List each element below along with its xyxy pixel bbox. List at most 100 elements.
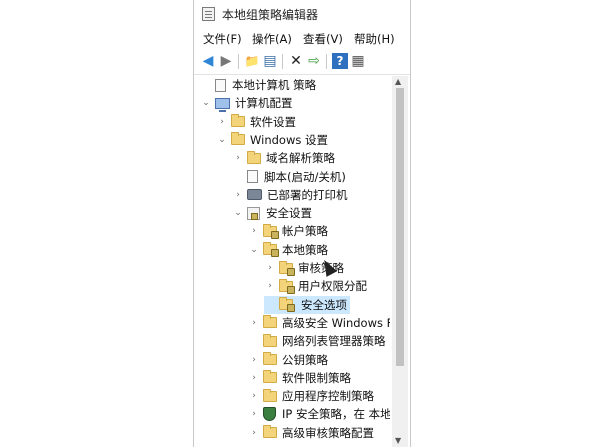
menu-bar: 文件(F) 操作(A) 查看(V) 帮助(H) (194, 28, 410, 48)
policy-tree[interactable]: 本地计算机 策略 ⌄ 计算机配置 › 软件设置 ⌄ Windows 设置 › 域名解析策略 脚本(… (194, 76, 390, 447)
tree-item-label: 高级审核策略配置 (282, 425, 374, 440)
up-folder-icon[interactable]: 📁 (244, 53, 260, 69)
folder-icon (263, 388, 277, 402)
scroll-thumb[interactable] (396, 88, 404, 366)
chevron-right-icon[interactable]: › (216, 117, 228, 127)
menu-action[interactable]: 操作(A) (252, 31, 292, 47)
folder-icon (263, 352, 277, 365)
tree-item-label: 本地计算机 策略 (232, 78, 317, 92)
tree-item-label: 高级安全 Windows F (282, 315, 390, 330)
tree-item-label: 应用程序控制策略 (282, 389, 374, 404)
tree-item-label: 安全选项 (301, 297, 347, 312)
chevron-right-icon[interactable]: › (248, 428, 260, 438)
tree-item-label: Windows 设置 (250, 132, 328, 147)
help-icon[interactable]: ? (332, 53, 348, 69)
toolbar-separator (282, 54, 283, 69)
delete-icon[interactable]: ✕ (288, 53, 304, 69)
scroll-down-icon[interactable]: ▼ (395, 436, 401, 445)
tree-item[interactable]: ⌄ 计算机配置 (200, 94, 293, 112)
computer-icon (215, 97, 230, 112)
chevron-right-icon[interactable]: › (264, 281, 276, 291)
tree-item[interactable]: 网络列表管理器策略 (248, 332, 386, 350)
tree-item-label: 域名解析策略 (266, 151, 335, 166)
folder-icon (263, 333, 277, 347)
folder-icon (263, 425, 277, 439)
folder-icon (263, 315, 277, 329)
folder-icon (263, 370, 277, 384)
tree-item[interactable]: › 软件设置 (216, 113, 296, 131)
window-title: 本地组策略编辑器 (222, 8, 319, 22)
tree-item-label: IP 安全策略，在 本地 (282, 407, 390, 422)
tree-item[interactable]: › 高级审核策略配置 (248, 424, 374, 442)
tree-item[interactable]: › 应用程序控制策略 (248, 387, 374, 405)
tree-item[interactable]: ⌄ 安全设置 (232, 204, 312, 222)
tree-item[interactable]: › 高级安全 Windows F (248, 314, 390, 332)
tree-item-label: 已部署的打印机 (267, 187, 348, 202)
tree-item[interactable]: › 用户权限分配 (264, 277, 367, 295)
export-icon[interactable]: ⇨ (306, 53, 322, 69)
properties-icon[interactable]: ▦ (350, 53, 366, 69)
chevron-right-icon[interactable]: › (248, 318, 260, 328)
chevron-right-icon[interactable]: › (248, 391, 260, 401)
app-icon (202, 7, 215, 21)
chevron-right-icon[interactable]: › (232, 153, 244, 163)
chevron-right-icon[interactable]: › (248, 355, 260, 365)
forward-arrow-icon[interactable]: ▶ (218, 53, 234, 69)
tree-item-label: 用户权限分配 (298, 279, 367, 294)
policy-icon (247, 206, 260, 220)
folder-icon (247, 150, 261, 164)
tree-item[interactable]: › 域名解析策略 (232, 149, 335, 167)
tree-item[interactable]: › 公钥策略 (248, 351, 328, 369)
toolbar: ◀ ▶ 📁 ▤ ✕ ⇨ ? ▦ (194, 48, 410, 75)
menu-file[interactable]: 文件(F) (203, 31, 242, 47)
chevron-right-icon[interactable]: › (248, 409, 260, 419)
tree-item-label: 计算机配置 (235, 96, 293, 111)
tree-item-label: 帐户策略 (282, 224, 328, 239)
tree-item[interactable]: 本地计算机 策略 (200, 76, 316, 94)
chevron-down-icon[interactable]: ⌄ (216, 135, 228, 145)
tree-item-label: 网络列表管理器策略 (282, 334, 386, 349)
doc-icon (215, 78, 226, 92)
tree-item[interactable]: › IP 安全策略，在 本地 (248, 405, 390, 423)
tree-item[interactable]: › 已部署的打印机 (232, 186, 348, 204)
tree-item[interactable]: 脚本(启动/关机) (232, 168, 346, 186)
chevron-right-icon[interactable]: › (248, 226, 260, 236)
folder-icon (231, 114, 245, 128)
menu-help[interactable]: 帮助(H) (354, 31, 395, 47)
toolbar-separator (326, 54, 327, 69)
back-arrow-icon[interactable]: ◀ (200, 53, 216, 69)
folder-lock-icon (263, 242, 279, 258)
toolbar-separator (238, 54, 239, 69)
printer-icon (247, 189, 262, 201)
title-bar[interactable]: 本地组策略编辑器 (194, 0, 410, 28)
folder-icon (231, 132, 245, 146)
tree-item[interactable]: 安全选项 (264, 295, 350, 314)
tree-item-label: 安全设置 (266, 206, 312, 221)
folder-lock-icon (263, 223, 279, 239)
tree-item[interactable]: ⌄ Windows 设置 (216, 131, 328, 149)
chevron-down-icon[interactable]: ⌄ (248, 245, 260, 255)
window: 本地组策略编辑器 文件(F) 操作(A) 查看(V) 帮助(H) ◀ ▶ 📁 ▤… (193, 0, 411, 447)
tree-item-label: 脚本(启动/关机) (264, 169, 346, 184)
chevron-right-icon[interactable]: › (232, 190, 244, 200)
tree-item[interactable]: › 软件限制策略 (248, 369, 351, 387)
folder-lock-icon (279, 297, 295, 313)
folder-lock-icon (279, 260, 295, 276)
tree-item-label: 软件设置 (250, 114, 296, 129)
vertical-scrollbar[interactable]: ▲ ▼ (392, 76, 408, 447)
show-hide-tree-icon[interactable]: ▤ (262, 53, 278, 69)
tree-item-label: 本地策略 (282, 242, 328, 257)
folder-lock-icon (279, 278, 295, 294)
menu-view[interactable]: 查看(V) (303, 31, 343, 47)
chevron-right-icon[interactable]: › (264, 263, 276, 273)
tree-item-label: 公钥策略 (282, 352, 328, 367)
tree-item[interactable]: › 帐户策略 (248, 222, 328, 240)
shield-icon (263, 407, 276, 422)
tree-item-label: 软件限制策略 (282, 370, 351, 385)
tree-item[interactable]: ⌄ 本地策略 (248, 241, 328, 259)
chevron-right-icon[interactable]: › (248, 373, 260, 383)
scroll-up-icon[interactable]: ▲ (395, 77, 401, 86)
doc-icon (247, 170, 258, 183)
chevron-down-icon[interactable]: ⌄ (200, 98, 212, 108)
chevron-down-icon[interactable]: ⌄ (232, 208, 244, 218)
